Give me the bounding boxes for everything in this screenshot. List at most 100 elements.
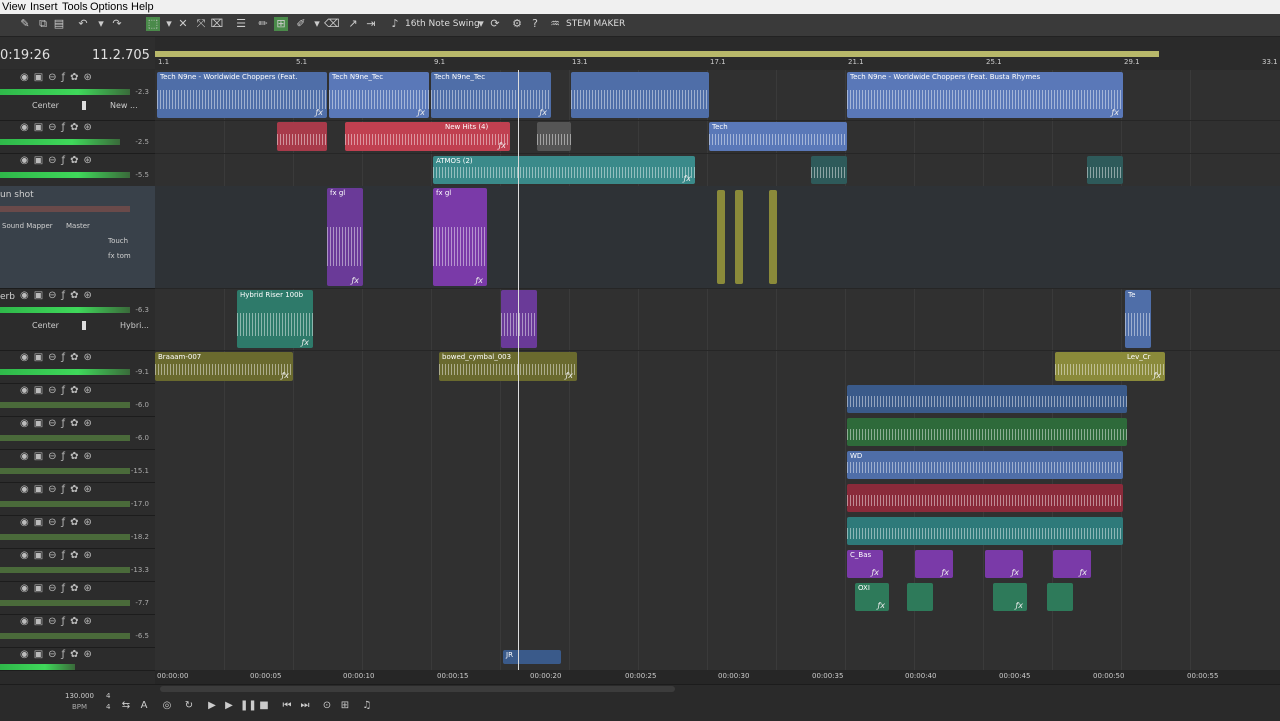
select-tool-icon[interactable]: ⬚ [146,17,160,31]
fx-icon[interactable]: ƒx [1079,568,1087,577]
fx-icon[interactable]: ƒx [1011,568,1019,577]
time-signature-bottom[interactable]: 4 [106,703,110,711]
cut-icon[interactable]: ✕ [176,17,190,31]
track-name[interactable]: erb [0,292,15,302]
fx-icon[interactable]: ƒx [417,108,425,117]
track-header[interactable]: ◉▣⊖ƒ✿⊛ -9.1 [0,350,155,384]
track-controls-icon[interactable]: ◉▣⊖ƒ✿⊛ [20,649,97,660]
groove-apply-icon[interactable]: ⟳ [488,17,502,31]
track-controls-icon[interactable]: ◉▣⊖ƒ✿⊛ [20,352,97,363]
midi-clip[interactable] [847,418,1127,446]
track-controls-icon[interactable]: ◉▣⊖ƒ✿⊛ [20,550,97,561]
fx-icon[interactable]: ƒx [871,568,879,577]
midi-clip[interactable] [847,484,1123,512]
fx-icon[interactable]: ƒx [941,568,949,577]
audio-clip[interactable]: C_Bas ƒx [847,550,883,578]
track-header[interactable]: ◉▣⊖ƒ✿⊛ -6.0 [0,416,155,450]
track-controls-icon[interactable]: ◉▣⊖ƒ✿⊛ [20,155,97,166]
horizontal-scrollbar[interactable] [160,686,675,692]
audio-clip[interactable]: Hybrid Riser 100b ƒx [237,290,313,348]
split-icon[interactable]: ⤧ [194,17,208,31]
go-to-start-icon[interactable]: ⏮ [280,699,294,713]
track-controls-icon[interactable]: ◉▣⊖ƒ✿⊛ [20,616,97,627]
paste-icon[interactable]: ▤ [52,17,66,31]
fx-icon[interactable]: ƒx [683,174,691,183]
pause-icon[interactable]: ❚❚ [240,699,257,713]
fx-icon[interactable]: ƒx [315,108,323,117]
master-label[interactable]: Master [66,222,90,230]
track-controls-icon[interactable]: ◉▣⊖ƒ✿⊛ [20,72,97,83]
fx-icon[interactable]: ƒx [301,338,309,347]
audio-clip[interactable]: fx gl ƒx [433,188,487,286]
audio-clip[interactable] [571,72,709,118]
track-header[interactable]: ◉▣⊖ƒ✿⊛ -6.0 [0,383,155,417]
audio-clip[interactable]: Tech N9ne_Tec ƒx [329,72,429,118]
brush-icon[interactable]: ✐ [294,17,308,31]
auto-scroll-icon[interactable]: A [137,699,151,713]
eraser-icon[interactable]: ⌫ [324,17,340,31]
track-header[interactable]: ◉▣⊖ƒ✿⊛ -7.7 [0,581,155,615]
track-header[interactable]: ◉▣⊖ƒ✿⊛ -17.0 [0,482,155,516]
audio-clip[interactable]: OXI ƒx [855,583,889,611]
audio-clip[interactable]: Tech [709,122,847,151]
audio-clip[interactable]: Tech N9ne - Worldwide Choppers (Feat. Bu… [847,72,1123,118]
smart-tool-icon[interactable]: ⊞ [274,17,288,31]
audio-clip[interactable]: Braaam-007 ƒx [155,352,293,381]
audio-clip[interactable] [907,583,933,611]
audio-clip[interactable]: New Hits (4) ƒx [345,122,510,151]
output-label[interactable]: New ... [110,101,138,110]
track-controls-icon[interactable]: ◉▣⊖ƒ✿⊛ [20,583,97,594]
audio-clip[interactable] [717,190,725,284]
track-header[interactable]: ◉▣⊖ƒ✿⊛ -5.5 [0,153,155,187]
pan-handle[interactable] [82,321,86,330]
audio-clip[interactable] [277,122,327,151]
audio-clip[interactable] [537,122,571,151]
loop-region[interactable] [155,51,1159,57]
track-header[interactable]: ◉▣⊖ƒ✿⊛ -18.2 [0,515,155,549]
playhead[interactable] [518,70,519,670]
track-name[interactable]: un shot [0,190,34,200]
output-label[interactable]: Hybri... [120,321,149,330]
audio-clip[interactable]: Tech N9ne - Worldwide Choppers (Feat. ƒx [157,72,327,118]
audio-clip[interactable]: ATMOS (2) ƒx [433,156,695,184]
audio-clip[interactable] [811,156,847,184]
audio-clip[interactable]: ƒx [1053,550,1091,578]
midi-clip[interactable] [847,385,1127,413]
track-controls-icon[interactable]: ◉▣⊖ƒ✿⊛ [20,517,97,528]
punch-icon[interactable]: ⊙ [320,699,334,713]
menu-view[interactable]: View [2,0,26,14]
audio-clip[interactable] [735,190,743,284]
audio-clip[interactable]: Tech N9ne_Tec ƒx [431,72,551,118]
time-signature-top[interactable]: 4 [106,692,110,700]
undo-dropdown-icon[interactable]: ▾ [94,17,108,31]
menu-tools[interactable]: Tools [62,0,88,14]
track-header[interactable]: ◉▣⊖ƒ✿⊛ -15.1 [0,449,155,483]
select-dropdown-icon[interactable]: ▾ [162,17,176,31]
audio-clip[interactable] [501,290,537,348]
pan-handle[interactable] [82,101,86,110]
audio-clip[interactable]: Lev_Cr ƒx [1055,352,1165,381]
metronome-icon[interactable]: ⇆ [119,699,133,713]
audio-clip[interactable] [1087,156,1123,184]
track-lane[interactable] [155,288,1280,351]
play-from-start-icon[interactable]: ▶ [205,699,219,713]
track-header[interactable]: ◉▣⊖ƒ✿⊛ -13.3 [0,548,155,582]
fx-label[interactable]: fx tom [108,252,131,260]
fx-icon[interactable]: ƒx [281,371,289,380]
quantize-icon[interactable]: ⇥ [364,17,378,31]
automation-mode[interactable]: Touch [108,237,128,245]
fx-icon[interactable]: ƒx [475,276,483,285]
menu-help[interactable]: Help [131,0,154,14]
help-icon[interactable]: ? [528,17,542,31]
new-icon[interactable]: ✎ [18,17,32,31]
record-icon[interactable]: ◎ [160,699,174,713]
copy-icon[interactable]: ⧉ [36,17,50,31]
fx-icon[interactable]: ƒx [539,108,547,117]
fx-icon[interactable]: ƒx [498,141,506,150]
audio-clip[interactable]: ƒx [915,550,953,578]
track-header[interactable]: erb ◉▣⊖ƒ✿⊛ -6.3 Center Hybri... [0,288,155,351]
arrow-icon[interactable]: ↗ [346,17,360,31]
audio-clip[interactable]: ƒx [985,550,1023,578]
sync-icon[interactable]: ⚙ [510,17,524,31]
audio-clip[interactable] [769,190,777,284]
